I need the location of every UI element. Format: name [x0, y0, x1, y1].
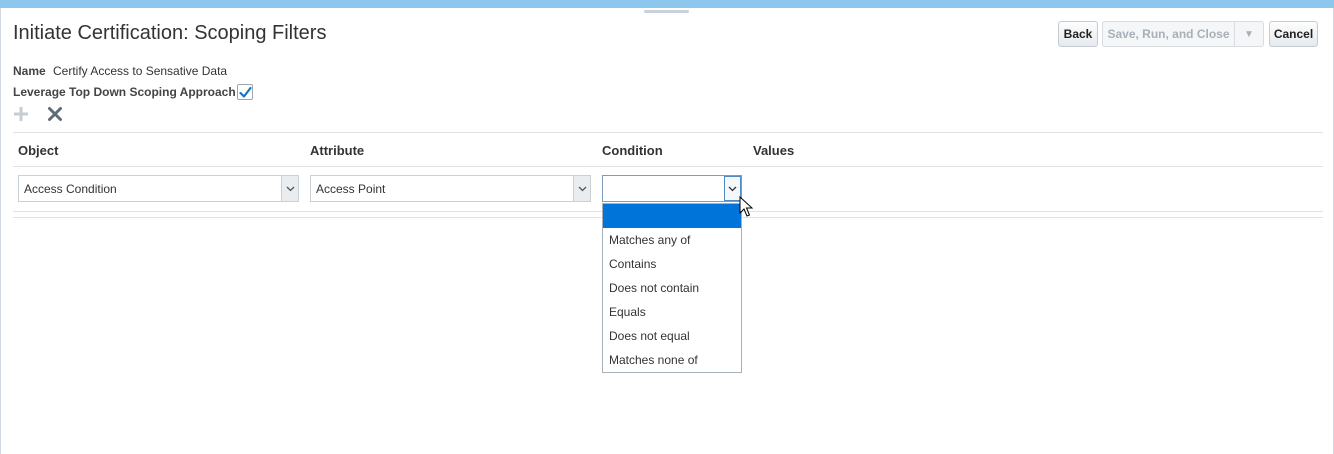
condition-select[interactable] — [602, 175, 742, 202]
condition-option[interactable]: Does not contain — [603, 276, 741, 300]
triangle-down-icon[interactable]: ▼ — [1234, 22, 1263, 46]
header-divider — [13, 166, 1323, 167]
attribute-select-value: Access Point — [316, 182, 386, 196]
back-button[interactable]: Back — [1058, 21, 1098, 47]
left-border — [0, 8, 1, 454]
plus-icon[interactable] — [13, 106, 29, 122]
header-values: Values — [753, 143, 795, 158]
x-icon[interactable] — [47, 106, 63, 122]
chevron-down-icon[interactable] — [281, 176, 298, 201]
condition-option[interactable]: Equals — [603, 300, 741, 324]
top-accent-bar — [0, 0, 1334, 8]
object-select[interactable]: Access Condition — [18, 175, 299, 202]
name-label: Name — [13, 64, 46, 78]
object-select-value: Access Condition — [24, 182, 117, 196]
name-value: Certify Access to Sensative Data — [53, 64, 228, 78]
header-attribute: Attribute — [310, 143, 365, 158]
attribute-select[interactable]: Access Point — [310, 175, 591, 202]
top-down-label: Leverage Top Down Scoping Approach — [13, 85, 236, 99]
chevron-down-icon[interactable] — [573, 176, 590, 201]
top-down-checkbox[interactable] — [237, 84, 253, 100]
page-title: Initiate Certification: Scoping Filters — [13, 22, 327, 44]
header-object: Object — [18, 143, 59, 158]
condition-dropdown-list: Matches any of Contains Does not contain… — [602, 203, 742, 373]
condition-option[interactable] — [603, 204, 741, 228]
resize-grip-icon[interactable] — [644, 10, 689, 13]
save-run-close-label[interactable]: Save, Run, and Close — [1103, 22, 1234, 46]
condition-option[interactable]: Matches none of — [603, 348, 741, 372]
checkmark-icon — [239, 86, 252, 98]
header-condition: Condition — [602, 143, 663, 158]
cancel-button[interactable]: Cancel — [1269, 21, 1318, 47]
condition-option[interactable]: Contains — [603, 252, 741, 276]
condition-option[interactable]: Does not equal — [603, 324, 741, 348]
save-run-close-button[interactable]: Save, Run, and Close ▼ — [1102, 21, 1264, 47]
mouse-pointer-icon — [739, 196, 753, 217]
condition-option[interactable]: Matches any of — [603, 228, 741, 252]
table-top-divider — [13, 132, 1323, 133]
